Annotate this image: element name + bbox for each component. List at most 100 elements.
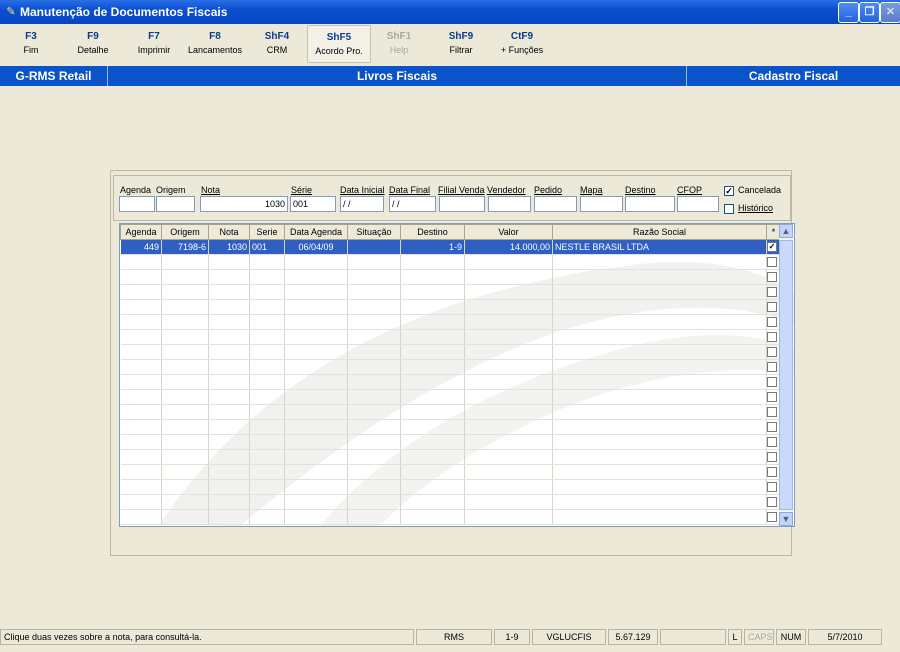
historico-checkbox[interactable]	[724, 204, 734, 214]
row-select-checkbox[interactable]: ✓	[767, 242, 777, 252]
nota-field[interactable]: 1030	[200, 196, 288, 212]
table-row[interactable]	[120, 479, 781, 495]
col-data-agenda[interactable]: Data Agenda	[284, 224, 348, 240]
cell-data-agenda	[284, 269, 348, 285]
table-row[interactable]	[120, 449, 781, 465]
col-valor[interactable]: Valor	[464, 224, 553, 240]
row-select-checkbox[interactable]	[767, 392, 777, 402]
data-inicial-field[interactable]: / /	[340, 196, 384, 212]
row-select-checkbox[interactable]	[767, 437, 777, 447]
row-select-checkbox[interactable]	[767, 257, 777, 267]
mais-funcoes-button[interactable]: CtF9 + Funções	[491, 30, 553, 62]
col-serie[interactable]: Serie	[249, 224, 285, 240]
status-date: 5/7/2010	[808, 629, 882, 645]
table-row[interactable]	[120, 464, 781, 480]
destino-field[interactable]	[625, 196, 675, 212]
restore-button[interactable]: ❐	[859, 2, 880, 23]
cell-valor	[464, 284, 553, 300]
table-row[interactable]	[120, 284, 781, 300]
row-select-checkbox[interactable]	[767, 362, 777, 372]
row-select-checkbox[interactable]	[767, 467, 777, 477]
scroll-thumb[interactable]	[779, 240, 793, 510]
cell-data-agenda	[284, 344, 348, 360]
mapa-field[interactable]	[580, 196, 623, 212]
table-row[interactable]	[120, 299, 781, 315]
cell-situa-o	[347, 344, 401, 360]
row-select-checkbox[interactable]	[767, 512, 777, 522]
cell-origem	[161, 254, 209, 270]
cell-situa-o	[347, 299, 401, 315]
cell-data-agenda	[284, 284, 348, 300]
minimize-button[interactable]: _	[838, 2, 859, 23]
agenda-field[interactable]	[119, 196, 155, 212]
col-origem[interactable]: Origem	[161, 224, 209, 240]
row-select-checkbox[interactable]	[767, 407, 777, 417]
table-row[interactable]	[120, 494, 781, 510]
table-row[interactable]	[120, 434, 781, 450]
filial-venda-field[interactable]	[439, 196, 485, 212]
table-row[interactable]	[120, 254, 781, 270]
row-select-checkbox[interactable]	[767, 452, 777, 462]
row-select-checkbox[interactable]	[767, 422, 777, 432]
scroll-down-icon[interactable]: ▼	[779, 512, 793, 526]
detalhe-button[interactable]: F9 Detalhe	[62, 30, 124, 62]
table-row[interactable]	[120, 329, 781, 345]
table-row[interactable]	[120, 269, 781, 285]
cell-nota	[208, 254, 250, 270]
cell-agenda	[120, 374, 162, 390]
cell-serie	[249, 389, 285, 405]
mais-funcoes-label: + Funções	[500, 45, 544, 55]
help-button[interactable]: ShF1 Help	[368, 30, 430, 62]
row-select-checkbox[interactable]	[767, 482, 777, 492]
cell-valor	[464, 479, 553, 495]
cell-serie	[249, 359, 285, 375]
row-select-checkbox[interactable]	[767, 302, 777, 312]
table-row[interactable]	[120, 389, 781, 405]
table-row[interactable]	[120, 404, 781, 420]
row-select-checkbox[interactable]	[767, 377, 777, 387]
table-row[interactable]	[120, 509, 781, 525]
acordo-pro-button[interactable]: ShF5 Acordo Pro.	[307, 25, 371, 63]
col-destino[interactable]: Destino	[400, 224, 465, 240]
cell-nota	[208, 359, 250, 375]
col-razao-social[interactable]: Razão Social	[552, 224, 767, 240]
vertical-scrollbar[interactable]: ▲ ▼	[779, 224, 793, 526]
crm-button[interactable]: ShF4 CRM	[246, 30, 308, 62]
status-l: L	[728, 629, 742, 645]
row-select-checkbox[interactable]	[767, 497, 777, 507]
col-nota[interactable]: Nota	[208, 224, 250, 240]
table-row[interactable]	[120, 374, 781, 390]
cell-agenda	[120, 509, 162, 525]
cell-data-agenda	[284, 494, 348, 510]
cell-destino	[400, 449, 465, 465]
table-row[interactable]: 449 7198-6 1030 001 06/04/09 1-9 14.000,00 NEST…	[120, 239, 781, 255]
documents-grid[interactable]: Agenda Origem Nota Serie Data Agenda Sit…	[119, 223, 795, 527]
row-select-checkbox[interactable]	[767, 317, 777, 327]
fim-button[interactable]: F3 Fim	[0, 30, 62, 62]
cancelada-checkbox[interactable]: ✓	[724, 186, 734, 196]
row-select-checkbox[interactable]	[767, 347, 777, 357]
scroll-up-icon[interactable]: ▲	[779, 224, 793, 238]
close-button[interactable]: ✕	[880, 2, 900, 23]
vendedor-field[interactable]	[488, 196, 531, 212]
serie-field[interactable]: 001	[290, 196, 336, 212]
table-row[interactable]	[120, 314, 781, 330]
cell-data-agenda	[284, 329, 348, 345]
table-row[interactable]	[120, 419, 781, 435]
col-agenda[interactable]: Agenda	[120, 224, 162, 240]
row-select-checkbox[interactable]	[767, 332, 777, 342]
lancamentos-button[interactable]: F8 Lancamentos	[184, 30, 246, 62]
cell-data-agenda	[284, 359, 348, 375]
origem-field[interactable]	[156, 196, 195, 212]
serie-label: Série	[291, 185, 313, 195]
data-final-field[interactable]: / /	[389, 196, 436, 212]
row-select-checkbox[interactable]	[767, 287, 777, 297]
filtrar-button[interactable]: ShF9 Filtrar	[430, 30, 492, 62]
table-row[interactable]	[120, 344, 781, 360]
pedido-field[interactable]	[534, 196, 577, 212]
cfop-field[interactable]	[677, 196, 719, 212]
row-select-checkbox[interactable]	[767, 272, 777, 282]
col-situacao[interactable]: Situação	[347, 224, 401, 240]
imprimir-button[interactable]: F7 Imprimir	[123, 30, 185, 62]
table-row[interactable]	[120, 359, 781, 375]
